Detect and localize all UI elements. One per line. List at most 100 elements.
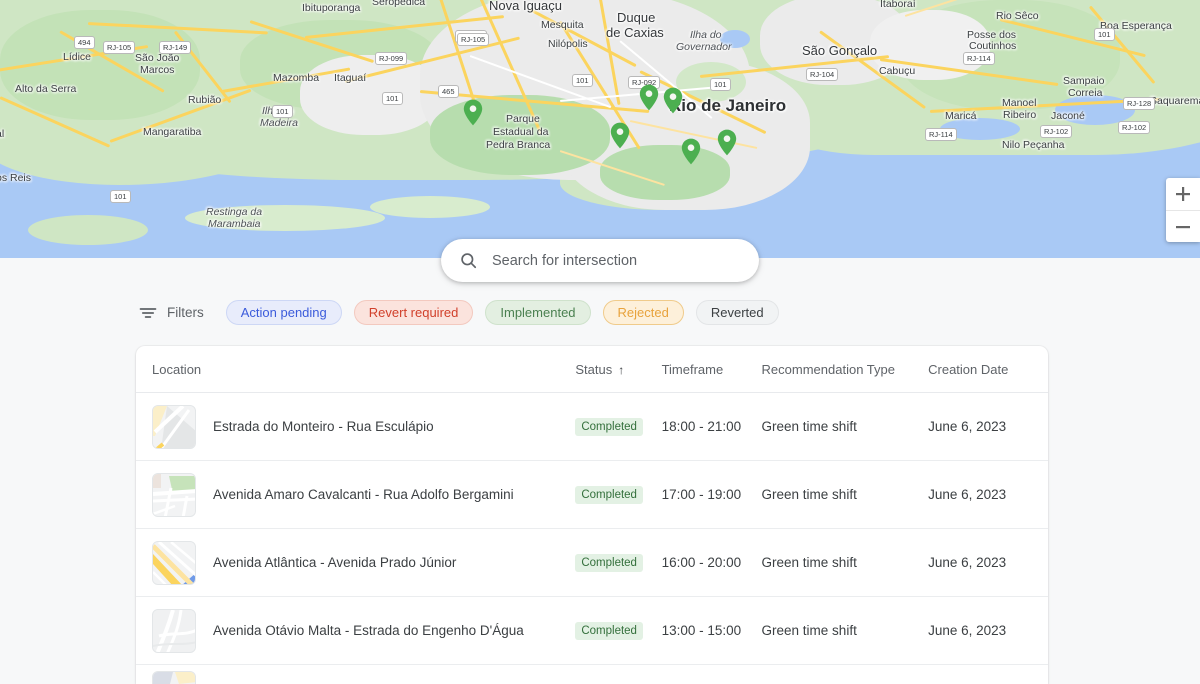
map-location-pin[interactable] [663, 87, 683, 114]
status-badge: Completed [575, 417, 643, 436]
location-name: Avenida Otávio Malta - Estrada do Engenh… [213, 623, 524, 638]
map-thumbnail-5 [152, 671, 196, 684]
map-location-pin[interactable] [639, 84, 659, 111]
status-badge: Completed [575, 621, 643, 640]
cell-status: Completed [575, 553, 661, 572]
location-name: Avenida Amaro Cavalcanti - Rua Adolfo Be… [213, 487, 514, 502]
table-header-row: Location Status ↑ Timeframe Recommendatio… [136, 346, 1048, 393]
search-input[interactable] [492, 252, 741, 269]
table-body: Estrada do Monteiro - Rua Esculápio Compl… [136, 393, 1048, 684]
cell-timeframe: 16:00 - 20:00 [661, 555, 742, 570]
filter-chip-action-pending[interactable]: Action pending [225, 300, 342, 325]
zoom-out-button[interactable] [1166, 210, 1200, 242]
table-row[interactable]: Estrada do Monteiro - Rua Esculápio Compl… [136, 393, 1048, 461]
map-place-label: Lídice [63, 51, 92, 63]
cell-recommendation-type: Green time shift [761, 555, 857, 570]
filter-tune-icon[interactable] [138, 303, 158, 323]
map-urban-area [300, 55, 440, 135]
map-highway-shield: RJ-102 [1040, 125, 1073, 138]
map-place-label: Sampaio [1063, 75, 1105, 87]
sort-ascending-icon: ↑ [618, 362, 625, 377]
column-header-recommendation-type[interactable]: Recommendation Type [762, 362, 929, 377]
map-place-label: os Reis [0, 172, 32, 184]
cell-status: Completed [575, 485, 661, 504]
minus-icon [1176, 225, 1190, 228]
cell-creation-date: June 6, 2023 [928, 487, 1007, 502]
map-place-label: Governador [676, 41, 732, 53]
map-place-label: São Gonçalo [802, 43, 878, 58]
map-place-label: Coutinhos [969, 40, 1017, 52]
filter-chip-implemented[interactable]: Implemented [485, 300, 591, 325]
map-highway-shield: RJ-099 [375, 52, 408, 65]
map-place-label: Manoel [1002, 97, 1037, 109]
map-highway-shield: RJ-104 [806, 68, 839, 81]
map-highway-shield: 465 [438, 85, 459, 98]
map-island [28, 215, 148, 245]
map-thumbnail-1 [152, 404, 196, 449]
map-place-label: Alto da Serra [15, 83, 77, 95]
column-header-status[interactable]: Status ↑ [575, 362, 661, 377]
filter-chip-revert-required[interactable]: Revert required [353, 300, 474, 325]
map-highway-shield: RJ-102 [1118, 121, 1151, 134]
map-place-label: Mazomba [273, 72, 320, 84]
table-row[interactable]: Avenida Otávio Malta - Estrada do Engenh… [136, 597, 1048, 665]
map-place-label: Seropédica [372, 0, 426, 8]
map-location-pin[interactable] [463, 99, 483, 126]
map-zoom-controls[interactable] [1166, 178, 1200, 242]
map-place-label: Itaguaí [334, 72, 367, 84]
cell-recommendation-type: Green time shift [761, 487, 857, 502]
map-sandbar [370, 196, 490, 218]
map-highway-shield: RJ-149 [159, 41, 192, 54]
map-place-label: Marambaia [208, 218, 261, 230]
map-place-label: Duque [617, 10, 656, 25]
map-place-label: Mangaratiba [143, 126, 202, 138]
map-place-label: Correia [1068, 87, 1103, 99]
map-place-label: de Caxias [606, 25, 664, 40]
cell-timeframe: 17:00 - 19:00 [661, 487, 742, 502]
map-thumbnail-3 [152, 540, 196, 585]
map-place-label: Ribeiro [1003, 109, 1037, 121]
cell-creation-date: June 6, 2023 [928, 555, 1007, 570]
map-place-label: Pedra Branca [486, 139, 551, 151]
filter-chip-rejected[interactable]: Rejected [602, 300, 684, 325]
table-row[interactable]: Avenida Atlântica - Avenida Prado Júnior… [136, 529, 1048, 597]
map-location-pin[interactable] [717, 129, 737, 156]
cell-recommendation-type: Green time shift [761, 419, 857, 434]
map-highway-shield: 101 [710, 78, 731, 91]
map-location-pin[interactable] [610, 122, 630, 149]
map-highway-shield: RJ-114 [925, 128, 957, 141]
column-header-timeframe[interactable]: Timeframe [662, 362, 762, 377]
map-place-label: Rio de Janeiro [669, 96, 787, 115]
map-place-label: Ilha do [690, 29, 722, 41]
map-place-label: Marcos [140, 64, 175, 76]
map-place-label: Ibituporanga [302, 2, 361, 14]
cell-status: Completed [575, 417, 661, 436]
map-location-pin[interactable] [681, 138, 701, 165]
status-badge: Completed [575, 485, 643, 504]
search-bar[interactable] [441, 239, 759, 282]
map-place-label: Saquarema [1150, 95, 1200, 107]
cell-location: Avenida Atlântica - Avenida Prado Júnior [152, 540, 575, 585]
map-place-label: Maricá [945, 110, 977, 122]
filter-row: Filters Action pending Revert required Imp… [138, 300, 791, 325]
filter-chip-reverted[interactable]: Reverted [695, 300, 779, 325]
table-row[interactable]: Avenida Amaro Cavalcanti - Rua Adolfo Be… [136, 461, 1048, 529]
map-highway-shield: RJ-105 [457, 33, 490, 46]
map-place-label: Cabuçu [879, 65, 916, 77]
filter-chips: Action pending Revert required Implemented… [225, 300, 791, 325]
map-place-label: Nova Iguaçu [489, 0, 562, 13]
status-badge: Completed [575, 553, 643, 572]
map-highway-shield: 101 [572, 74, 593, 87]
cell-creation-date: June 6, 2023 [928, 623, 1007, 638]
cell-recommendation-type: Green time shift [761, 623, 857, 638]
zoom-in-button[interactable] [1166, 178, 1200, 210]
map-panel[interactable]: Ibituporanga Seropédica Nova Iguaçu Mesquit… [0, 0, 1200, 258]
map-place-label: al [0, 128, 5, 140]
column-header-creation-date[interactable]: Creation Date [928, 362, 1032, 377]
column-header-status-label: Status [575, 361, 613, 377]
cell-timeframe: 13:00 - 15:00 [661, 623, 742, 638]
map-place-label: Estadual da [493, 126, 549, 138]
map-place-label: Nilo Peçanha [1002, 139, 1065, 151]
cell-timeframe: 18:00 - 21:00 [661, 419, 742, 434]
column-header-location[interactable]: Location [152, 362, 575, 377]
